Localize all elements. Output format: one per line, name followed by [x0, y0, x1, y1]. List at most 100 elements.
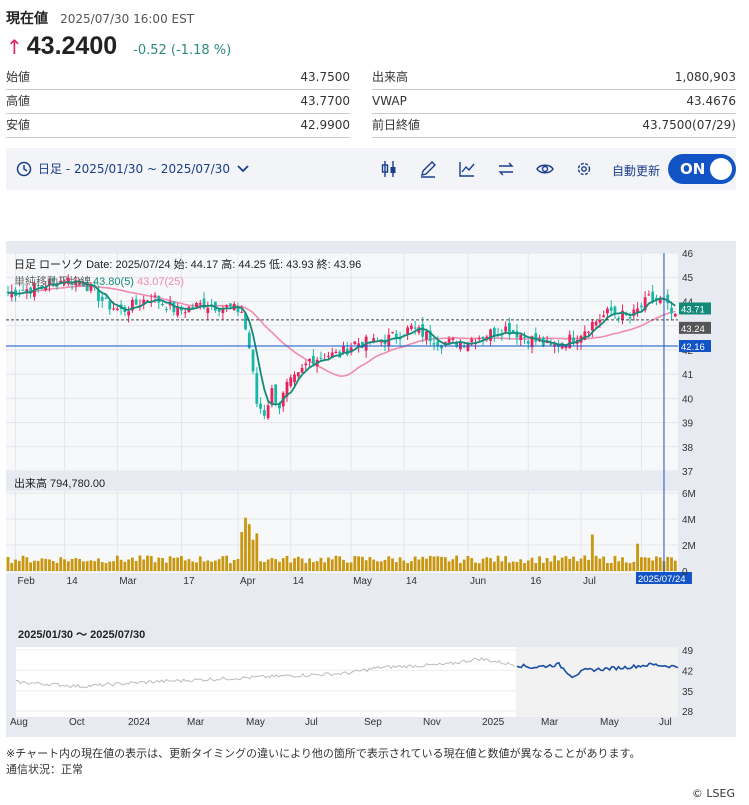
- price-y-tick: 46: [682, 249, 694, 260]
- volume-bar: [180, 556, 183, 571]
- chevron-down-icon: [237, 164, 249, 172]
- stat-row: 出来高 1,080,903: [372, 66, 736, 90]
- volume-bar: [195, 562, 198, 571]
- volume-bar: [651, 560, 655, 571]
- volume-bar: [376, 561, 379, 571]
- candle-body: [108, 301, 112, 310]
- candle-body: [255, 373, 259, 404]
- volume-bar: [666, 556, 670, 571]
- candle-body: [425, 331, 428, 340]
- volume-panel-bg: [6, 491, 678, 573]
- date-x-tick: 14: [406, 576, 418, 587]
- up-arrow-icon: ↑: [6, 35, 23, 59]
- candle-body: [217, 309, 221, 312]
- candle-body: [436, 341, 440, 346]
- eye-icon[interactable]: [534, 158, 556, 180]
- candle-body: [602, 315, 606, 318]
- price-row: ↑ 43.2400 -0.52 (-1.18 %): [6, 32, 231, 61]
- stock-chart[interactable]: 46454443424140393837Feb14Mar17Apr14May14…: [6, 241, 736, 737]
- volume-bar: [477, 563, 481, 571]
- volume-bar: [387, 556, 391, 571]
- navigator-y-tick: 42: [682, 666, 694, 677]
- price-y-tick: 45: [682, 273, 694, 284]
- candlestick-icon[interactable]: [378, 158, 400, 180]
- volume-bar: [142, 559, 146, 571]
- ma5-value-tag: 43.71: [681, 304, 705, 315]
- ma5-legend: 43.80(5): [93, 276, 134, 288]
- navigator-x-tick: Aug: [10, 717, 28, 728]
- navigator-x-tick: May: [600, 717, 619, 728]
- candle-body: [587, 331, 590, 333]
- navigator-y-tick: 49: [682, 646, 694, 657]
- volume-bar: [308, 558, 311, 571]
- volume-bar: [402, 560, 406, 571]
- candle-body: [300, 367, 304, 373]
- volume-bar: [413, 556, 417, 571]
- stat-row: 始値 43.7500: [6, 66, 350, 90]
- indicator-icon[interactable]: [456, 158, 478, 180]
- volume-bar: [647, 557, 651, 571]
- price-y-tick: 40: [682, 394, 694, 405]
- volume-bar: [217, 559, 221, 571]
- volume-bar: [202, 561, 206, 571]
- volume-bar: [236, 558, 240, 571]
- candle-body: [673, 313, 677, 317]
- navigator-selection: [515, 647, 678, 717]
- volume-bar: [82, 561, 85, 571]
- volume-bar: [274, 559, 278, 571]
- volume-bar: [587, 559, 590, 571]
- volume-bar: [639, 557, 643, 571]
- volume-bar: [440, 556, 443, 571]
- volume-bar: [296, 556, 300, 571]
- volume-bar: [100, 562, 104, 571]
- volume-bar: [617, 561, 621, 571]
- volume-bar: [21, 555, 25, 571]
- volume-bar: [394, 562, 398, 571]
- navigator-label: 2025/01/30 〜 2025/07/30: [18, 629, 145, 641]
- navigator-x-tick: Nov: [423, 717, 441, 728]
- volume-bar: [621, 557, 624, 571]
- auto-update-toggle[interactable]: ON: [668, 154, 736, 184]
- connection-status: 通信状況：正常: [6, 763, 83, 776]
- volume-bar: [323, 562, 327, 571]
- footnote: ※チャート内の現在値の表示は、更新タイミングの違いにより他の箇所で表示されている…: [6, 747, 641, 760]
- candle-body: [198, 303, 202, 305]
- volume-bar: [266, 559, 270, 571]
- volume-bar: [496, 555, 500, 571]
- volume-bar: [606, 562, 609, 571]
- volume-bar: [594, 555, 598, 571]
- candle-body: [240, 311, 244, 313]
- volume-bar: [436, 556, 440, 571]
- gear-icon[interactable]: [573, 158, 595, 180]
- compare-arrows-icon[interactable]: [495, 158, 517, 180]
- candle-body: [391, 332, 394, 334]
- footer: ※チャート内の現在値の表示は、更新タイミングの違いにより他の箇所で表示されている…: [6, 746, 640, 778]
- candle-body: [489, 329, 492, 341]
- date-range-selector[interactable]: 日足 - 2025/01/30 ~ 2025/07/30: [16, 160, 250, 177]
- volume-bar: [443, 557, 447, 571]
- candle-body: [206, 307, 210, 314]
- volume-bar: [213, 560, 217, 571]
- candle-body: [523, 336, 526, 338]
- volume-bar: [338, 556, 342, 571]
- volume-bar: [417, 559, 421, 571]
- volume-bar: [334, 555, 338, 571]
- candle-body: [670, 307, 673, 314]
- volume-bar: [210, 561, 213, 571]
- candle-body: [153, 295, 157, 297]
- volume-bar: [526, 560, 530, 571]
- draw-pen-icon[interactable]: [417, 158, 439, 180]
- stat-label: 始値: [6, 70, 31, 84]
- volume-bar: [134, 561, 138, 571]
- volume-bar: [127, 559, 131, 571]
- volume-bar: [636, 543, 639, 571]
- volume-bar: [538, 556, 541, 571]
- volume-bar: [138, 555, 142, 571]
- volume-bar: [504, 556, 508, 571]
- volume-bar: [247, 524, 251, 571]
- volume-bar: [432, 556, 436, 571]
- volume-bar: [670, 557, 673, 571]
- candle-body: [470, 339, 474, 343]
- volume-bar: [146, 555, 149, 571]
- candle-body: [651, 291, 655, 301]
